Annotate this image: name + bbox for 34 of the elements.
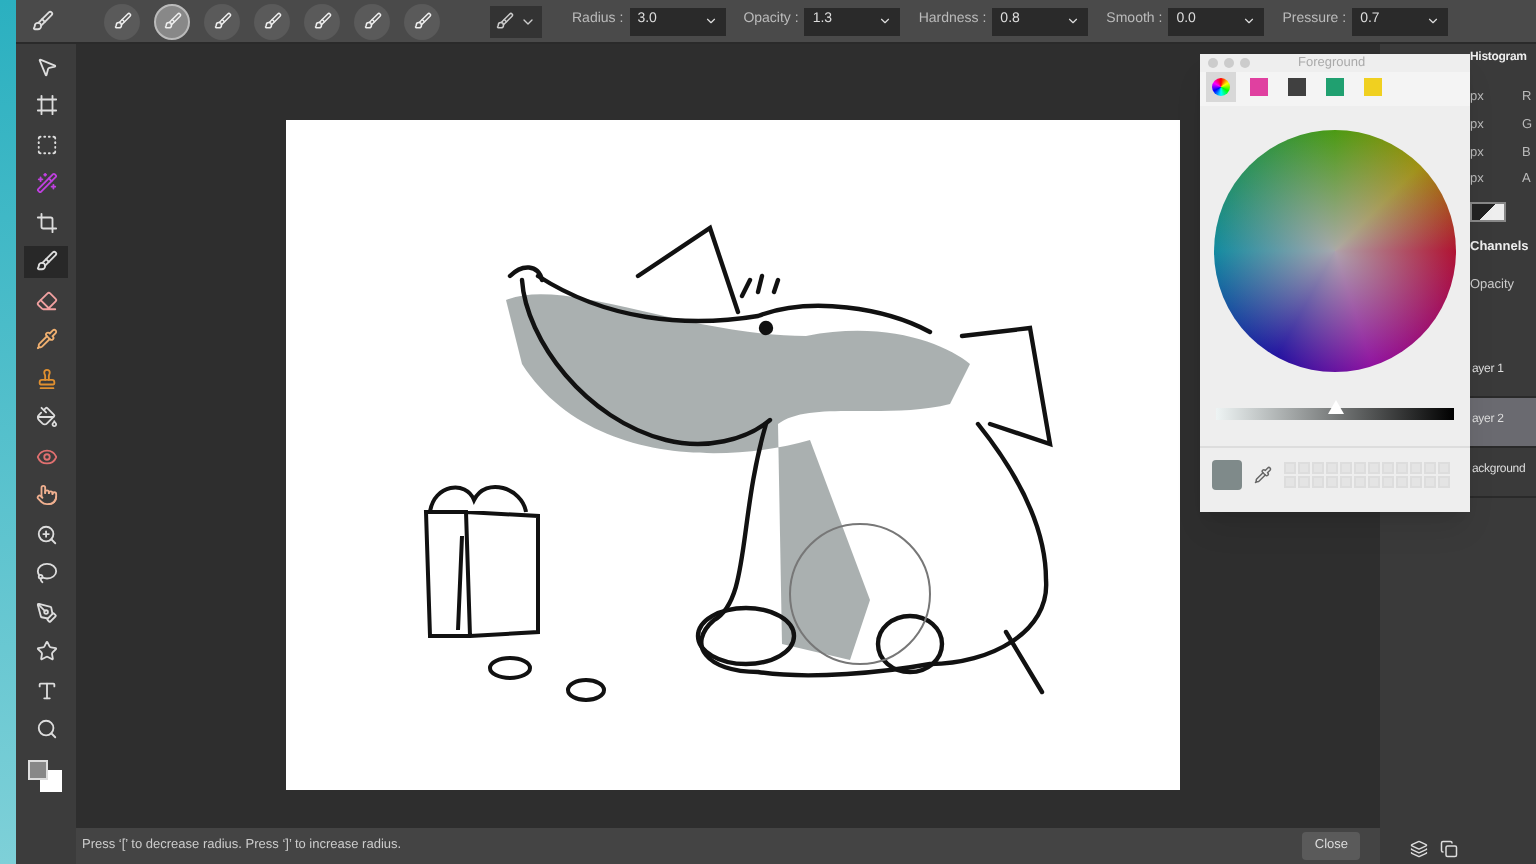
brush-preset-button[interactable] — [104, 3, 140, 39]
caret-icon — [703, 14, 718, 28]
picker-tab[interactable] — [1282, 72, 1312, 102]
brush-cursor — [788, 523, 930, 665]
color-swatches-icon[interactable] — [28, 760, 64, 792]
brush-preset-button[interactable] — [304, 3, 340, 39]
current-color-swatch[interactable] — [1212, 460, 1242, 490]
brush-icon — [496, 12, 514, 30]
caret-icon — [878, 14, 893, 28]
caret-icon — [1426, 14, 1441, 28]
brush-preset-button[interactable] — [204, 3, 240, 39]
layers-icon[interactable] — [1410, 840, 1428, 858]
duplicate-icon[interactable] — [1440, 840, 1458, 858]
brush-preset-button[interactable] — [404, 3, 440, 39]
eyedropper-icon[interactable] — [1254, 466, 1272, 484]
brush-preset-button[interactable] — [254, 3, 290, 39]
brush-icon — [413, 12, 431, 30]
brush-icon — [263, 12, 281, 30]
gradient-icon — [1470, 202, 1506, 222]
brush-icon — [213, 12, 231, 30]
brush-icon — [113, 12, 131, 30]
slider-thumb[interactable] — [1327, 400, 1343, 414]
brush-icon — [313, 12, 331, 30]
canvas[interactable] — [285, 120, 1179, 790]
brush-icon[interactable] — [32, 10, 54, 32]
brush-icon — [163, 12, 181, 30]
brush-icon — [363, 12, 381, 30]
brush-preset-button[interactable] — [154, 3, 190, 39]
preset-dropdown[interactable] — [490, 5, 542, 37]
brush-preset-button[interactable] — [354, 3, 390, 39]
brush-icon[interactable] — [24, 245, 68, 278]
picker-tab[interactable] — [1206, 72, 1236, 102]
caret-icon — [1066, 14, 1081, 28]
caret-icon — [1242, 14, 1257, 28]
